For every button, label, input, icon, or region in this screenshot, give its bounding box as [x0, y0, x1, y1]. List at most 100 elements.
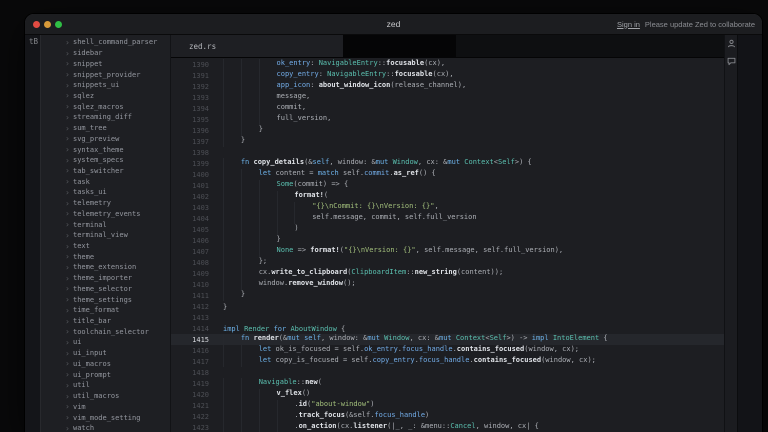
- tree-item[interactable]: ›terminal_view: [41, 230, 170, 241]
- tree-item[interactable]: ›toolchain_selector: [41, 326, 170, 337]
- code-line[interactable]: 1403"{}\nCommit: {}\nVersion: {}",: [171, 202, 724, 213]
- chevron-right-icon: ›: [65, 49, 73, 58]
- chevron-right-icon: ›: [65, 70, 73, 79]
- title-bar[interactable]: zed Sign in Please update Zed to collabo…: [25, 14, 762, 35]
- panel-glyph-icon[interactable]: tB: [29, 37, 38, 46]
- code-line[interactable]: 1399fn copy_details(&self, window: &mut …: [171, 158, 724, 169]
- code-line[interactable]: 1415fn render(&mut self, window: &mut Wi…: [171, 334, 724, 345]
- chevron-right-icon: ›: [65, 317, 73, 326]
- tree-item[interactable]: ›theme_importer: [41, 273, 170, 284]
- code-line[interactable]: 1405): [171, 224, 724, 235]
- tree-item[interactable]: ›util: [41, 380, 170, 391]
- tree-item[interactable]: ›telemetry: [41, 198, 170, 209]
- line-number: 1416: [171, 347, 209, 355]
- project-panel[interactable]: ›shell_command_parser›sidebar›snippet›sn…: [41, 35, 171, 432]
- code-line[interactable]: 1407None => format!("{}\nVersion: {}", s…: [171, 246, 724, 257]
- tree-item[interactable]: ›ui_input: [41, 348, 170, 359]
- tab-bar: zed.rs: [171, 35, 724, 58]
- chevron-right-icon: ›: [65, 156, 73, 165]
- code-text: commit,: [223, 103, 306, 114]
- tree-item[interactable]: ›ui_macros: [41, 359, 170, 370]
- tree-item[interactable]: ›snippet_provider: [41, 69, 170, 80]
- tree-item[interactable]: ›theme_settings: [41, 294, 170, 305]
- tree-item[interactable]: ›sqlez: [41, 91, 170, 102]
- code-line[interactable]: 1416let ok_is_focused = self.ok_entry.fo…: [171, 345, 724, 356]
- code-line[interactable]: 1406}: [171, 235, 724, 246]
- code-line[interactable]: 1396}: [171, 125, 724, 136]
- tree-item-label: system_specs: [73, 156, 124, 164]
- traffic-lights: [33, 21, 62, 28]
- person-icon[interactable]: [727, 39, 736, 48]
- code-line[interactable]: 1394commit,: [171, 103, 724, 114]
- tree-item[interactable]: ›time_format: [41, 305, 170, 316]
- code-line[interactable]: 1400let content = match self.commit.as_r…: [171, 169, 724, 180]
- tree-item[interactable]: ›telemetry_events: [41, 209, 170, 220]
- tree-item[interactable]: ›title_bar: [41, 316, 170, 327]
- code-line[interactable]: 1417let copy_is_focused = self.copy_entr…: [171, 356, 724, 367]
- code-line[interactable]: 1421.id("about-window"): [171, 400, 724, 411]
- line-number: 1417: [171, 358, 209, 366]
- tree-item[interactable]: ›tab_switcher: [41, 166, 170, 177]
- code-line[interactable]: 1412}: [171, 301, 724, 312]
- line-number: 1408: [171, 259, 209, 267]
- tree-item[interactable]: ›ui_prompt: [41, 369, 170, 380]
- code-line[interactable]: 1410window.remove_window();: [171, 279, 724, 290]
- code-editor[interactable]: 1390ok_entry: NavigableEntry::focusable(…: [171, 58, 724, 432]
- tree-item[interactable]: ›task: [41, 176, 170, 187]
- tree-item[interactable]: ›snippet: [41, 58, 170, 69]
- tree-item[interactable]: ›snippets_ui: [41, 80, 170, 91]
- tree-item[interactable]: ›ui: [41, 337, 170, 348]
- tree-item[interactable]: ›system_specs: [41, 155, 170, 166]
- code-line[interactable]: 1393message,: [171, 92, 724, 103]
- line-number: 1404: [171, 215, 209, 223]
- tree-item[interactable]: ›sidebar: [41, 48, 170, 59]
- code-line[interactable]: 1404self.message, commit, self.full_vers…: [171, 213, 724, 224]
- code-line[interactable]: 1391copy_entry: NavigableEntry::focusabl…: [171, 70, 724, 81]
- tree-item[interactable]: ›terminal: [41, 219, 170, 230]
- zoom-button[interactable]: [55, 21, 62, 28]
- chat-bubble-icon[interactable]: [727, 57, 736, 66]
- minimize-button[interactable]: [44, 21, 51, 28]
- tree-item[interactable]: ›tasks_ui: [41, 187, 170, 198]
- code-line[interactable]: 1397}: [171, 136, 724, 147]
- tree-item[interactable]: ›theme_extension: [41, 262, 170, 273]
- code-line[interactable]: 1395full_version,: [171, 114, 724, 125]
- code-line[interactable]: 1414impl Render for AboutWindow {: [171, 323, 724, 334]
- tab-zed-rs[interactable]: zed.rs: [171, 35, 344, 57]
- code-line[interactable]: 1392app_icon: about_window_icon(release_…: [171, 81, 724, 92]
- code-line[interactable]: 1420v_flex(): [171, 389, 724, 400]
- code-line[interactable]: 1423.on_action(cx.listener(|_, _: &menu:…: [171, 422, 724, 432]
- code-line[interactable]: 1409cx.write_to_clipboard(ClipboardItem:…: [171, 268, 724, 279]
- code-line[interactable]: 1402format!(: [171, 191, 724, 202]
- line-number: 1396: [171, 127, 209, 135]
- tree-item[interactable]: ›theme: [41, 251, 170, 262]
- tree-item[interactable]: ›vim_mode_setting: [41, 412, 170, 423]
- tree-item[interactable]: ›sqlez_macros: [41, 101, 170, 112]
- code-line[interactable]: 1408};: [171, 257, 724, 268]
- tree-item[interactable]: ›text: [41, 241, 170, 252]
- line-number: 1392: [171, 83, 209, 91]
- code-line[interactable]: 1390ok_entry: NavigableEntry::focusable(…: [171, 59, 724, 70]
- code-text: }: [223, 303, 227, 311]
- close-button[interactable]: [33, 21, 40, 28]
- code-text: message,: [223, 92, 310, 103]
- tree-item-label: sidebar: [73, 49, 103, 57]
- code-line[interactable]: 1419Navigable::new(: [171, 378, 724, 389]
- code-line[interactable]: 1401Some(commit) => {: [171, 180, 724, 191]
- tree-item[interactable]: ›svg_preview: [41, 133, 170, 144]
- tree-item[interactable]: ›util_macros: [41, 391, 170, 402]
- code-line[interactable]: 1422.track_focus(&self.focus_handle): [171, 411, 724, 422]
- tree-item[interactable]: ›syntax_theme: [41, 144, 170, 155]
- tree-item[interactable]: ›streaming_diff: [41, 112, 170, 123]
- code-line[interactable]: 1411}: [171, 290, 724, 301]
- tree-item-label: tasks_ui: [73, 188, 107, 196]
- tree-item[interactable]: ›sum_tree: [41, 123, 170, 134]
- tree-item[interactable]: ›vim: [41, 401, 170, 412]
- code-line[interactable]: 1418: [171, 367, 724, 378]
- sign-in-link[interactable]: Sign in: [617, 20, 640, 29]
- code-line[interactable]: 1398: [171, 147, 724, 158]
- tree-item[interactable]: ›shell_command_parser: [41, 37, 170, 48]
- tree-item[interactable]: ›watch: [41, 423, 170, 432]
- tree-item[interactable]: ›theme_selector: [41, 284, 170, 295]
- code-line[interactable]: 1413: [171, 312, 724, 323]
